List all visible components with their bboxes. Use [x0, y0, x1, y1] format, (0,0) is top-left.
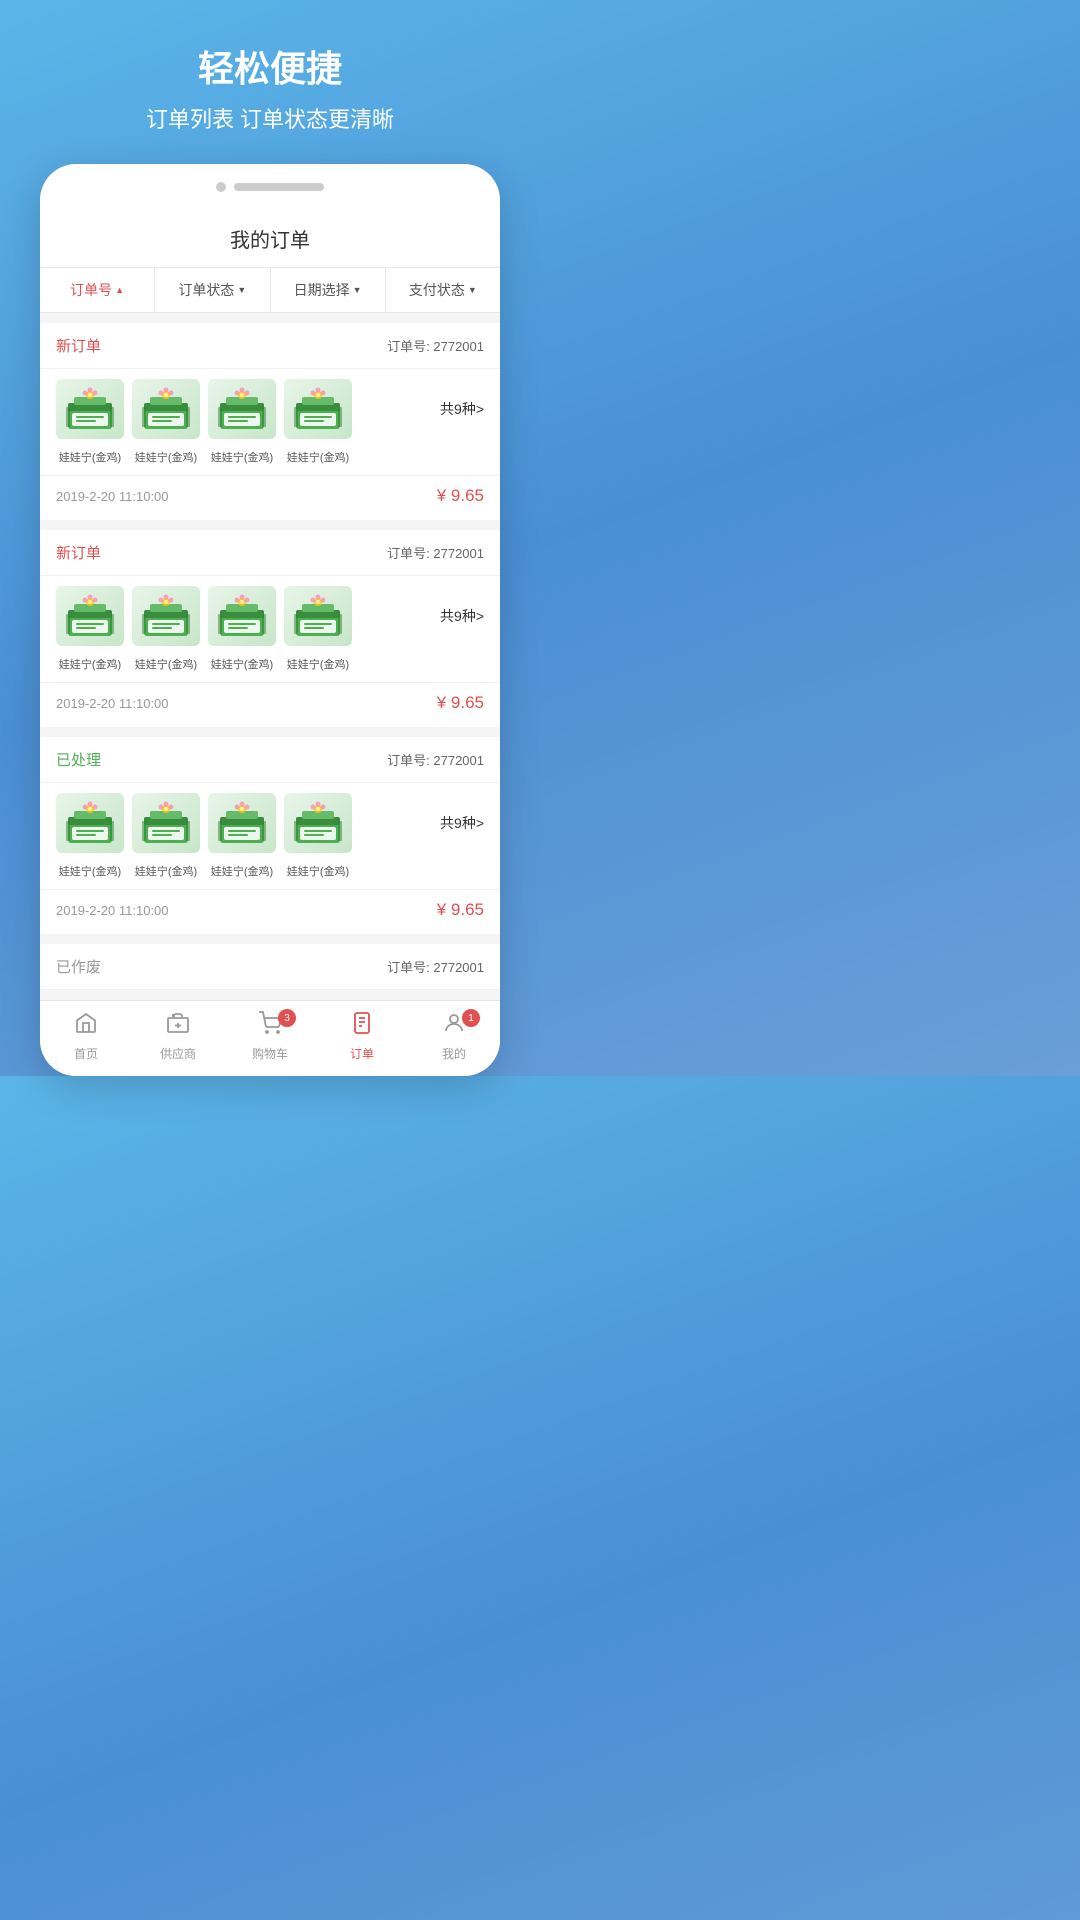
- product-thumb-2-1: [132, 793, 200, 853]
- order-number-0: 订单号: 2772001: [387, 336, 484, 355]
- product-thumb-0-2: [208, 379, 276, 439]
- dot-bar: [234, 183, 324, 191]
- order-number-2: 订单号: 2772001: [387, 750, 484, 769]
- order-date-2: 2019-2-20 11:10:00: [56, 903, 169, 918]
- product-thumb-1-3: [284, 586, 352, 646]
- order-number-3: 订单号: 2772001: [387, 957, 484, 976]
- product-name-0-3: 娃娃宁(金鸡): [284, 449, 352, 465]
- product-count-2[interactable]: 共9种>: [440, 813, 484, 833]
- filter-order-no[interactable]: 订单号: [40, 268, 155, 312]
- product-row-0[interactable]: 共9种>: [40, 369, 500, 449]
- order-card-1: 新订单 订单号: 2772001: [40, 530, 500, 727]
- filter-payment-arrow: [468, 285, 477, 296]
- order-price-1: ¥ 9.65: [437, 693, 484, 713]
- order-date-1: 2019-2-20 11:10:00: [56, 696, 169, 711]
- product-name-2-0: 娃娃宁(金鸡): [56, 863, 124, 879]
- product-thumb-1-0: [56, 586, 124, 646]
- order-page: 我的订单 订单号 订单状态 日期选择 支付状态 新订单 订单号:: [40, 210, 500, 1076]
- filter-order-status-arrow: [237, 285, 246, 296]
- dot-1: [216, 182, 226, 192]
- order-footer-0: 2019-2-20 11:10:00 ¥ 9.65: [40, 475, 500, 520]
- order-card-3: 已作废 订单号: 2772001: [40, 944, 500, 990]
- phone-dots: [40, 182, 500, 192]
- filter-payment[interactable]: 支付状态: [386, 268, 500, 312]
- filter-bar: 订单号 订单状态 日期选择 支付状态: [40, 268, 500, 313]
- order-header-3: 已作废 订单号: 2772001: [40, 944, 500, 990]
- order-price-2: ¥ 9.65: [437, 900, 484, 920]
- nav-home[interactable]: 首页: [40, 1011, 132, 1062]
- order-status-3: 已作废: [56, 956, 101, 977]
- product-name-2-3: 娃娃宁(金鸡): [284, 863, 352, 879]
- nav-home-label: 首页: [74, 1045, 98, 1062]
- product-name-0-0: 娃娃宁(金鸡): [56, 449, 124, 465]
- filter-date[interactable]: 日期选择: [271, 268, 386, 312]
- filter-payment-label: 支付状态: [409, 280, 465, 300]
- product-name-0-2: 娃娃宁(金鸡): [208, 449, 276, 465]
- product-thumb-1-1: [132, 586, 200, 646]
- header-subtitle: 订单列表 订单状态更清晰: [20, 102, 520, 134]
- home-icon: [74, 1011, 98, 1041]
- order-status-2: 已处理: [56, 749, 101, 770]
- product-name-1-2: 娃娃宁(金鸡): [208, 656, 276, 672]
- product-thumb-2-3: [284, 793, 352, 853]
- orders-container: 新订单 订单号: 2772001: [40, 323, 500, 990]
- order-icon: [350, 1011, 374, 1041]
- order-footer-2: 2019-2-20 11:10:00 ¥ 9.65: [40, 889, 500, 934]
- filter-order-status-label: 订单状态: [178, 280, 234, 300]
- nav-supplier-label: 供应商: [160, 1045, 196, 1062]
- order-header-0: 新订单 订单号: 2772001: [40, 323, 500, 369]
- nav-mine[interactable]: 1 我的: [408, 1011, 500, 1062]
- order-number-1: 订单号: 2772001: [387, 543, 484, 562]
- filter-order-status[interactable]: 订单状态: [155, 268, 270, 312]
- product-thumb-2-0: [56, 793, 124, 853]
- product-thumb-0-0: [56, 379, 124, 439]
- product-row-1[interactable]: 共9种>: [40, 576, 500, 656]
- nav-order[interactable]: 订单: [316, 1011, 408, 1062]
- filter-order-no-label: 订单号: [70, 280, 112, 300]
- product-names-row-0: 娃娃宁(金鸡) 娃娃宁(金鸡) 娃娃宁(金鸡) 娃娃宁(金鸡): [40, 449, 500, 475]
- page-title: 我的订单: [40, 210, 500, 268]
- product-name-1-1: 娃娃宁(金鸡): [132, 656, 200, 672]
- product-names-row-1: 娃娃宁(金鸡) 娃娃宁(金鸡) 娃娃宁(金鸡) 娃娃宁(金鸡): [40, 656, 500, 682]
- product-row-2[interactable]: 共9种>: [40, 783, 500, 863]
- product-count-0[interactable]: 共9种>: [440, 399, 484, 419]
- order-card-2: 已处理 订单号: 2772001: [40, 737, 500, 934]
- product-name-2-1: 娃娃宁(金鸡): [132, 863, 200, 879]
- product-name-1-3: 娃娃宁(金鸡): [284, 656, 352, 672]
- product-name-1-0: 娃娃宁(金鸡): [56, 656, 124, 672]
- order-status-0: 新订单: [56, 335, 101, 356]
- product-name-0-1: 娃娃宁(金鸡): [132, 449, 200, 465]
- nav-supplier[interactable]: 供应商: [132, 1011, 224, 1062]
- nav-order-label: 订单: [350, 1045, 374, 1062]
- product-thumb-2-2: [208, 793, 276, 853]
- phone-mockup: 我的订单 订单号 订单状态 日期选择 支付状态 新订单 订单号:: [40, 164, 500, 1076]
- order-header-2: 已处理 订单号: 2772001: [40, 737, 500, 783]
- product-thumb-0-1: [132, 379, 200, 439]
- bottom-nav: 首页 供应商 3: [40, 1000, 500, 1076]
- mine-badge: 1: [462, 1009, 480, 1027]
- product-name-2-2: 娃娃宁(金鸡): [208, 863, 276, 879]
- order-status-1: 新订单: [56, 542, 101, 563]
- header: 轻松便捷 订单列表 订单状态更清晰: [0, 0, 540, 164]
- store-icon: [166, 1011, 190, 1041]
- order-date-0: 2019-2-20 11:10:00: [56, 489, 169, 504]
- nav-mine-label: 我的: [442, 1045, 466, 1062]
- cart-badge: 3: [278, 1009, 296, 1027]
- nav-cart[interactable]: 3 购物车: [224, 1011, 316, 1062]
- product-count-1[interactable]: 共9种>: [440, 606, 484, 626]
- product-thumb-1-2: [208, 586, 276, 646]
- filter-order-no-arrow: [115, 285, 124, 296]
- header-title: 轻松便捷: [20, 40, 520, 92]
- order-header-1: 新订单 订单号: 2772001: [40, 530, 500, 576]
- filter-date-label: 日期选择: [294, 280, 350, 300]
- order-price-0: ¥ 9.65: [437, 486, 484, 506]
- nav-cart-label: 购物车: [252, 1045, 288, 1062]
- product-thumb-0-3: [284, 379, 352, 439]
- order-card-0: 新订单 订单号: 2772001: [40, 323, 500, 520]
- order-footer-1: 2019-2-20 11:10:00 ¥ 9.65: [40, 682, 500, 727]
- product-names-row-2: 娃娃宁(金鸡) 娃娃宁(金鸡) 娃娃宁(金鸡) 娃娃宁(金鸡): [40, 863, 500, 889]
- filter-date-arrow: [353, 285, 362, 296]
